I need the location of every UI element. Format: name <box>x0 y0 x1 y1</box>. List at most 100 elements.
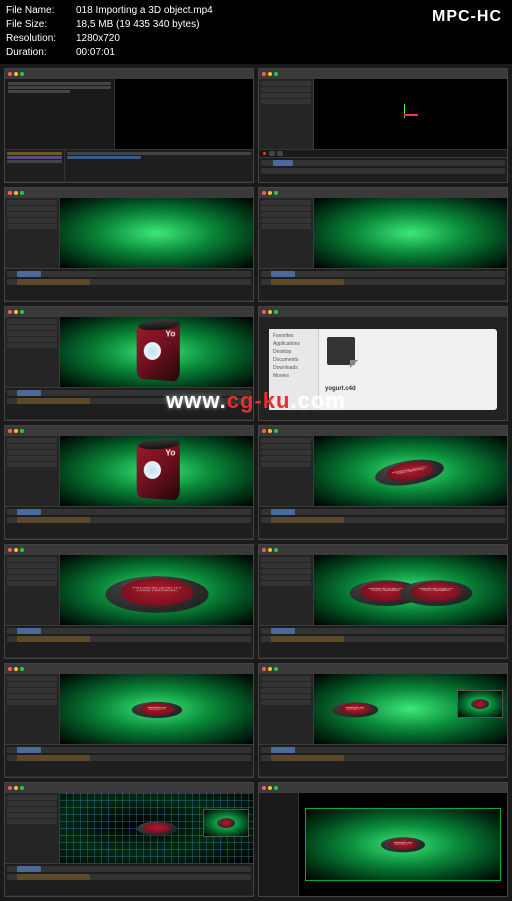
viewport: PREMIUM QUALITY100% ORGANIC PREMIUM QUAL… <box>314 555 507 625</box>
minimize-icon <box>268 191 272 195</box>
toolbar-button <box>269 151 275 156</box>
duration-value: 00:07:01 <box>76 46 115 60</box>
properties-panel <box>5 436 60 506</box>
window-titlebar <box>5 783 253 793</box>
sidebar-item: Downloads <box>273 365 314 371</box>
file-name: yogurt.c4d <box>325 386 356 392</box>
viewport: Yo <box>60 436 253 506</box>
properties-panel <box>259 79 314 149</box>
thumbnail-12[interactable]: PREMIUM QUALITY <box>258 663 508 778</box>
minimize-icon <box>14 429 18 433</box>
duration-label: Duration: <box>6 46 76 60</box>
thumbnail-1[interactable] <box>4 68 254 183</box>
viewport: PREMIUM QUALITY <box>60 674 253 744</box>
timeline <box>5 387 253 419</box>
sidebar-item: Movies <box>273 373 314 379</box>
close-icon <box>8 667 12 671</box>
preview-thumbnail <box>203 809 249 837</box>
thumbnail-grid: Yo Favorites Applications Desktop Docume… <box>0 64 512 901</box>
timeline <box>259 268 507 300</box>
maximize-icon <box>274 786 278 790</box>
timeline <box>5 625 253 657</box>
lid-disc-3d-object <box>471 699 489 709</box>
viewport <box>60 198 253 268</box>
preview-thumbnail <box>457 690 503 718</box>
toolbar <box>259 149 507 157</box>
window-titlebar <box>5 545 253 555</box>
viewport <box>314 79 507 149</box>
viewport <box>314 198 507 268</box>
resolution-label: Resolution: <box>6 32 76 46</box>
thumbnail-5[interactable]: Yo <box>4 306 254 421</box>
close-icon <box>262 667 266 671</box>
axis-gizmo-icon <box>396 104 426 124</box>
thumbnail-6[interactable]: Favorites Applications Desktop Documents… <box>258 306 508 421</box>
viewport-wireframe <box>60 793 253 863</box>
yogurt-cup-3d-object: Yo <box>136 322 179 381</box>
thumbnail-14[interactable]: PREMIUM QUALITY <box>258 782 508 897</box>
file-info-header: File Name:018 Importing a 3D object.mp4 … <box>0 0 512 64</box>
minimize-icon <box>14 310 18 314</box>
file-size-value: 18,5 MB (19 435 340 bytes) <box>76 18 199 32</box>
thumbnail-13[interactable] <box>4 782 254 897</box>
properties-panel <box>5 555 60 625</box>
close-icon <box>8 786 12 790</box>
thumbnail-3[interactable] <box>4 187 254 302</box>
maximize-icon <box>274 548 278 552</box>
thumbnail-4[interactable] <box>258 187 508 302</box>
maximize-icon <box>20 310 24 314</box>
close-icon <box>262 786 266 790</box>
timeline <box>5 863 253 895</box>
minimize-icon <box>14 72 18 76</box>
dialog-main: yogurt.c4d <box>319 329 497 410</box>
thumbnail-8[interactable]: PREMIUM QUALITY100% ORGANIC <box>258 425 508 540</box>
minimize-icon <box>268 548 272 552</box>
file-name-label: File Name: <box>6 4 76 18</box>
toolbar-button <box>277 151 283 156</box>
properties-panel <box>259 674 314 744</box>
thumbnail-10[interactable]: PREMIUM QUALITY100% ORGANIC PREMIUM QUAL… <box>258 544 508 659</box>
lid-disc-3d-object: PREMIUM QUALITY <box>329 702 380 717</box>
viewport: PREMIUM QUALITY100% ORGANIC <box>314 436 507 506</box>
thumbnail-11[interactable]: PREMIUM QUALITY <box>4 663 254 778</box>
timeline <box>259 506 507 538</box>
render-preview: PREMIUM QUALITY <box>305 808 501 881</box>
sidebar-item: Documents <box>273 357 314 363</box>
maximize-icon <box>274 429 278 433</box>
window-titlebar <box>5 69 253 79</box>
close-icon <box>8 429 12 433</box>
minimize-icon <box>14 786 18 790</box>
lid-disc-3d-object: PREMIUM QUALITY100% ORGANIC <box>90 576 223 613</box>
bottom-panels <box>5 149 253 181</box>
window-titlebar <box>259 426 507 436</box>
timeline <box>259 157 507 183</box>
thumbnail-2[interactable] <box>258 68 508 183</box>
window-titlebar <box>259 69 507 79</box>
thumbnail-9[interactable]: PREMIUM QUALITY100% ORGANIC <box>4 544 254 659</box>
minimize-icon <box>268 667 272 671</box>
close-icon <box>8 310 12 314</box>
window-titlebar <box>259 545 507 555</box>
maximize-icon <box>20 429 24 433</box>
maximize-icon <box>274 667 278 671</box>
minimize-icon <box>14 548 18 552</box>
close-icon <box>262 548 266 552</box>
record-icon <box>263 152 266 155</box>
window-titlebar <box>5 426 253 436</box>
properties-panel <box>259 436 314 506</box>
resolution-value: 1280x720 <box>76 32 120 46</box>
maximize-icon <box>20 548 24 552</box>
lid-disc-3d-object <box>217 818 235 828</box>
editor-panels <box>5 79 253 149</box>
properties-panel <box>5 317 60 387</box>
close-icon <box>262 429 266 433</box>
minimize-icon <box>268 429 272 433</box>
thumbnail-7[interactable]: Yo <box>4 425 254 540</box>
close-icon <box>262 191 266 195</box>
close-icon <box>8 191 12 195</box>
properties-panel <box>5 198 60 268</box>
sidebar-item: Desktop <box>273 349 314 355</box>
file-size-label: File Size: <box>6 18 76 32</box>
window-titlebar <box>259 188 507 198</box>
close-icon <box>8 72 12 76</box>
